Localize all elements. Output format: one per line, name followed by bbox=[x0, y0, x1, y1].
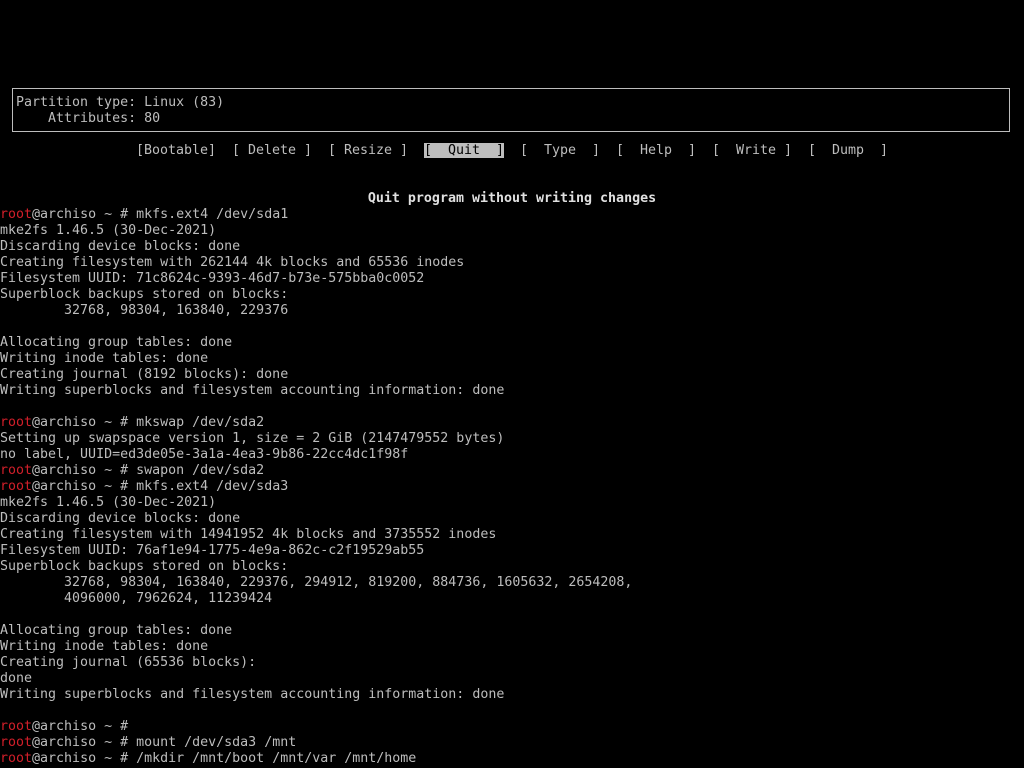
output-text: Discarding device blocks: done bbox=[0, 511, 241, 526]
terminal-output-line: Creating journal (8192 blocks): done bbox=[0, 367, 288, 383]
terminal-output-line: 32768, 98304, 163840, 229376 bbox=[0, 303, 288, 319]
prompt-username: root bbox=[0, 479, 33, 494]
terminal-output-line: no label, UUID=ed3de05e-3a1a-4ea3-9b86-2… bbox=[0, 447, 408, 463]
output-text: Filesystem UUID: 71c8624c-9393-46d7-b73e… bbox=[0, 271, 425, 286]
menu-item-type[interactable]: [ Type ] bbox=[520, 143, 600, 159]
output-text: Discarding device blocks: done bbox=[0, 239, 241, 254]
output-text: Filesystem UUID: 76af1e94-1775-4e9a-862c… bbox=[0, 543, 425, 558]
prompt-command: @archiso ~ # /mkdir /mnt/boot /mnt/var /… bbox=[32, 751, 417, 766]
output-text: done bbox=[0, 671, 33, 686]
output-text: Writing superblocks and filesystem accou… bbox=[0, 383, 505, 398]
output-text: Creating filesystem with 14941952 4k blo… bbox=[0, 527, 497, 542]
terminal-output-line: Discarding device blocks: done bbox=[0, 239, 240, 255]
terminal-output-line: Filesystem UUID: 71c8624c-9393-46d7-b73e… bbox=[0, 271, 424, 287]
prompt-command: @archiso ~ # swapon /dev/sda2 bbox=[32, 463, 265, 478]
prompt-username: root bbox=[0, 735, 33, 750]
prompt-username: root bbox=[0, 751, 33, 766]
prompt-username: root bbox=[0, 719, 33, 734]
output-text: 32768, 98304, 163840, 229376 bbox=[0, 303, 289, 318]
output-text: 32768, 98304, 163840, 229376, 294912, 81… bbox=[0, 575, 633, 590]
menu-item-write[interactable]: [ Write ] bbox=[712, 143, 792, 159]
shell-prompt-line: root@archiso ~ # swapon /dev/sda2 bbox=[0, 463, 264, 479]
prompt-command: @archiso ~ # mkswap /dev/sda2 bbox=[32, 415, 265, 430]
menu-item-dump[interactable]: [ Dump ] bbox=[808, 143, 888, 159]
terminal-output-line: Writing superblocks and filesystem accou… bbox=[0, 383, 504, 399]
terminal-output-line: Superblock backups stored on blocks: bbox=[0, 559, 288, 575]
terminal-output-line: Allocating group tables: done bbox=[0, 623, 232, 639]
terminal-output-line: Superblock backups stored on blocks: bbox=[0, 287, 288, 303]
output-text: Creating journal (65536 blocks): bbox=[0, 655, 257, 670]
output-text: Creating journal (8192 blocks): done bbox=[0, 367, 289, 382]
prompt-command: @archiso ~ # mkfs.ext4 /dev/sda1 bbox=[32, 207, 289, 222]
menu-item-resize[interactable]: [ Resize ] bbox=[328, 143, 408, 159]
terminal-output-line: Allocating group tables: done bbox=[0, 335, 232, 351]
menu-item-help[interactable]: [ Help ] bbox=[616, 143, 696, 159]
shell-prompt-line: root@archiso ~ # mount /dev/sda3 /mnt bbox=[0, 735, 296, 751]
output-text: Allocating group tables: done bbox=[0, 335, 233, 350]
output-text: 4096000, 7962624, 11239424 bbox=[0, 591, 273, 606]
terminal-output-line: Discarding device blocks: done bbox=[0, 511, 240, 527]
output-text: Superblock backups stored on blocks: bbox=[0, 559, 289, 574]
prompt-command: @archiso ~ # mkfs.ext4 /dev/sda3 bbox=[32, 479, 289, 494]
output-text: Setting up swapspace version 1, size = 2… bbox=[0, 431, 505, 446]
menu-item-delete[interactable]: [ Delete ] bbox=[232, 143, 312, 159]
shell-prompt-line: root@archiso ~ # mkfs.ext4 /dev/sda3 bbox=[0, 479, 288, 495]
menu-item-bootable[interactable]: [Bootable] bbox=[136, 143, 216, 159]
prompt-username: root bbox=[0, 207, 33, 222]
partition-attributes-line: Attributes: 80 bbox=[16, 111, 161, 126]
output-text: Creating filesystem with 262144 4k block… bbox=[0, 255, 465, 270]
menu-item-quit[interactable]: [ Quit ] bbox=[424, 143, 505, 159]
shell-prompt-line: root@archiso ~ # /mkdir /mnt/boot /mnt/v… bbox=[0, 751, 416, 767]
output-text: Writing inode tables: done bbox=[0, 351, 209, 366]
prompt-command: @archiso ~ # bbox=[32, 719, 129, 734]
output-text: Writing inode tables: done bbox=[0, 639, 209, 654]
terminal-output-line: mke2fs 1.46.5 (30-Dec-2021) bbox=[0, 495, 216, 511]
output-text: Writing superblocks and filesystem accou… bbox=[0, 687, 505, 702]
shell-prompt-line: root@archiso ~ # mkswap /dev/sda2 bbox=[0, 415, 264, 431]
output-text: Allocating group tables: done bbox=[0, 623, 233, 638]
prompt-username: root bbox=[0, 463, 33, 478]
terminal-output-line: Creating filesystem with 14941952 4k blo… bbox=[0, 527, 496, 543]
terminal-output-line: Writing inode tables: done bbox=[0, 639, 208, 655]
terminal-output-line: Creating filesystem with 262144 4k block… bbox=[0, 255, 464, 271]
output-text: mke2fs 1.46.5 (30-Dec-2021) bbox=[0, 223, 217, 238]
terminal-output-line: 4096000, 7962624, 11239424 bbox=[0, 591, 272, 607]
prompt-command: @archiso ~ # mount /dev/sda3 /mnt bbox=[32, 735, 297, 750]
cfdisk-menu-bar: [Bootable] [ Delete ] [ Resize ] [ Quit … bbox=[0, 143, 1024, 159]
output-text: no label, UUID=ed3de05e-3a1a-4ea3-9b86-2… bbox=[0, 447, 409, 462]
partition-type-line: Partition type: Linux (83) bbox=[16, 95, 225, 110]
terminal-output-line: Creating journal (65536 blocks): bbox=[0, 655, 256, 671]
shell-prompt-line: root@archiso ~ # bbox=[0, 719, 128, 735]
menu-hint-text: Quit program without writing changes bbox=[367, 191, 657, 206]
terminal-output-line: Setting up swapspace version 1, size = 2… bbox=[0, 431, 504, 447]
terminal-output-line: mke2fs 1.46.5 (30-Dec-2021) bbox=[0, 223, 216, 239]
prompt-username: root bbox=[0, 415, 33, 430]
terminal-output-line: Filesystem UUID: 76af1e94-1775-4e9a-862c… bbox=[0, 543, 424, 559]
partition-info-box: Partition type: Linux (83) Attributes: 8… bbox=[12, 88, 1010, 132]
output-text: Superblock backups stored on blocks: bbox=[0, 287, 289, 302]
terminal-output-line: Writing superblocks and filesystem accou… bbox=[0, 687, 504, 703]
terminal-output-line: done bbox=[0, 671, 32, 687]
output-text: mke2fs 1.46.5 (30-Dec-2021) bbox=[0, 495, 217, 510]
terminal-output-line: Writing inode tables: done bbox=[0, 351, 208, 367]
shell-prompt-line: root@archiso ~ # mkfs.ext4 /dev/sda1 bbox=[0, 207, 288, 223]
terminal-output-line: 32768, 98304, 163840, 229376, 294912, 81… bbox=[0, 575, 632, 591]
